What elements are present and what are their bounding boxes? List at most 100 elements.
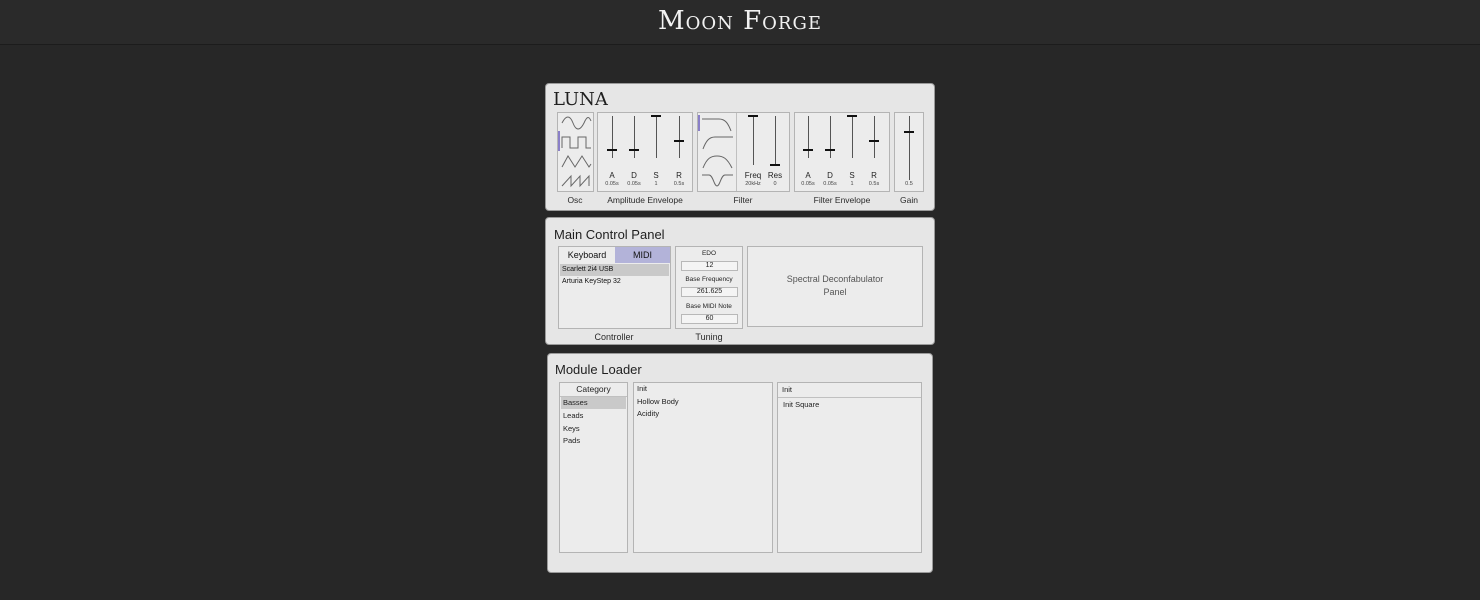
- filter-label: Filter: [733, 195, 753, 205]
- luna-title: LUNA: [553, 89, 608, 110]
- slider-track[interactable]: [753, 116, 754, 165]
- slider-value: 20kHz: [745, 181, 761, 187]
- oscillator-selector[interactable]: [557, 112, 594, 192]
- detail-header: Init: [778, 383, 921, 398]
- slider-label: Freq: [744, 171, 762, 180]
- slider-value: 0.5s: [868, 181, 880, 187]
- slider-value: 0.05s: [605, 181, 619, 187]
- slider-value: 1: [850, 181, 854, 187]
- slider-track[interactable]: [612, 116, 613, 158]
- base-frequency-input[interactable]: 261.625: [681, 287, 738, 297]
- slider-track[interactable]: [852, 116, 853, 158]
- filter-box: Freq 20kHz Res 0: [697, 112, 790, 192]
- gain-label: Gain: [900, 195, 918, 205]
- category-item-leads[interactable]: Leads: [561, 410, 626, 422]
- square-wave-icon[interactable]: [561, 134, 592, 150]
- slider-label: A: [609, 171, 615, 180]
- preset-item-init[interactable]: Init: [635, 383, 771, 395]
- edo-input[interactable]: 12: [681, 261, 738, 271]
- filter-selected-indicator: [698, 115, 700, 131]
- slider-value: 1: [654, 181, 658, 187]
- slider-track[interactable]: [656, 116, 657, 158]
- amplitude-envelope-box: A 0.05s D 0.05s S 1 R 0.5s: [597, 112, 693, 192]
- slider-thumb[interactable]: [607, 148, 617, 151]
- edo-label: EDO: [701, 250, 717, 257]
- tuning-box: EDO 12 Base Frequency 261.625 Base MIDI …: [675, 246, 743, 329]
- module-loader-title: Module Loader: [555, 362, 642, 377]
- main-control-title: Main Control Panel: [554, 227, 665, 242]
- slider-label: D: [631, 171, 637, 180]
- slider-thumb[interactable]: [629, 148, 639, 151]
- device-item-arturia[interactable]: Arturia KeyStep 32: [560, 276, 669, 288]
- detail-item-init-square[interactable]: Init Square: [779, 399, 920, 411]
- preset-item-acidity[interactable]: Acidity: [635, 408, 771, 420]
- preset-item-hollow-body[interactable]: Hollow Body: [635, 396, 771, 408]
- slider-thumb[interactable]: [674, 140, 684, 143]
- osc-selected-indicator: [558, 131, 560, 151]
- highpass-curve-icon[interactable]: [701, 133, 734, 150]
- app-title: Moon Forge: [657, 6, 823, 36]
- slider-label: Res: [767, 171, 783, 180]
- slider-label: D: [827, 171, 833, 180]
- preset-detail-list: Init Init Square: [777, 382, 922, 553]
- slider-thumb[interactable]: [847, 115, 857, 117]
- slider-track[interactable]: [909, 116, 910, 180]
- spectral-title-line1: Spectral Deconfabulator: [786, 274, 884, 284]
- filter-type-selector[interactable]: [698, 113, 737, 191]
- base-frequency-label: Base Frequency: [685, 276, 733, 283]
- slider-value: 0.5: [905, 181, 913, 187]
- category-item-pads[interactable]: Pads: [561, 435, 626, 447]
- module-loader-panel: Module Loader Category Basses Leads Keys…: [547, 353, 933, 573]
- slider-track[interactable]: [634, 116, 635, 158]
- filter-envelope-label: Filter Envelope: [813, 195, 871, 205]
- controller-box: Keyboard MIDI Scarlett 2i4 USB Arturia K…: [558, 246, 671, 329]
- top-bar: Moon Forge: [0, 0, 1480, 45]
- slider-thumb[interactable]: [748, 115, 758, 117]
- category-header: Category: [560, 383, 627, 397]
- main-control-panel: Main Control Panel Keyboard MIDI Scarlet…: [545, 217, 935, 345]
- base-midi-note-input[interactable]: 60: [681, 314, 738, 324]
- slider-value: 0.05s: [823, 181, 837, 187]
- slider-track[interactable]: [775, 116, 776, 165]
- tuning-label: Tuning: [695, 332, 723, 342]
- notch-curve-icon[interactable]: [701, 171, 734, 188]
- device-item-scarlett[interactable]: Scarlett 2i4 USB: [560, 264, 669, 276]
- spectral-deconfabulator-panel: Spectral Deconfabulator Panel: [747, 246, 923, 327]
- base-midi-note-label: Base MIDI Note: [686, 303, 732, 310]
- slider-track[interactable]: [830, 116, 831, 158]
- slider-thumb[interactable]: [825, 148, 835, 151]
- preset-list: Init Hollow Body Acidity: [633, 382, 773, 553]
- slider-track[interactable]: [808, 116, 809, 158]
- triangle-wave-icon[interactable]: [561, 153, 592, 169]
- filter-envelope-box: A 0.05s D 0.05s S 1 R 0.5s: [794, 112, 890, 192]
- slider-value: 0.05s: [627, 181, 641, 187]
- slider-label: R: [676, 171, 682, 180]
- osc-label: Osc: [567, 195, 583, 205]
- lowpass-curve-icon[interactable]: [701, 115, 734, 132]
- slider-label: A: [805, 171, 811, 180]
- controller-label: Controller: [594, 332, 634, 342]
- gain-box: 0.5: [894, 112, 924, 192]
- amplitude-envelope-label: Amplitude Envelope: [607, 195, 683, 205]
- category-item-keys[interactable]: Keys: [561, 423, 626, 435]
- slider-value: 0.5s: [673, 181, 685, 187]
- slider-value: 0.05s: [801, 181, 815, 187]
- slider-thumb[interactable]: [770, 164, 780, 166]
- sawtooth-wave-icon[interactable]: [561, 172, 592, 188]
- luna-synth-panel: LUNA Osc A 0.05s D 0.05s S 1 R 0.5s Amplitude E…: [545, 83, 935, 211]
- slider-thumb[interactable]: [651, 115, 661, 117]
- slider-thumb[interactable]: [869, 140, 879, 143]
- bandpass-curve-icon[interactable]: [701, 152, 734, 169]
- tab-keyboard[interactable]: Keyboard: [559, 247, 615, 263]
- slider-thumb[interactable]: [904, 131, 914, 133]
- slider-label: S: [849, 171, 855, 180]
- sine-wave-icon[interactable]: [561, 115, 592, 131]
- slider-value: 0: [773, 181, 777, 187]
- slider-thumb[interactable]: [803, 148, 813, 151]
- category-list: Category Basses Leads Keys Pads: [559, 382, 628, 553]
- tab-midi[interactable]: MIDI: [615, 247, 670, 263]
- slider-track[interactable]: [679, 116, 680, 158]
- slider-track[interactable]: [874, 116, 875, 158]
- category-item-basses[interactable]: Basses: [561, 397, 626, 409]
- slider-label: R: [871, 171, 877, 180]
